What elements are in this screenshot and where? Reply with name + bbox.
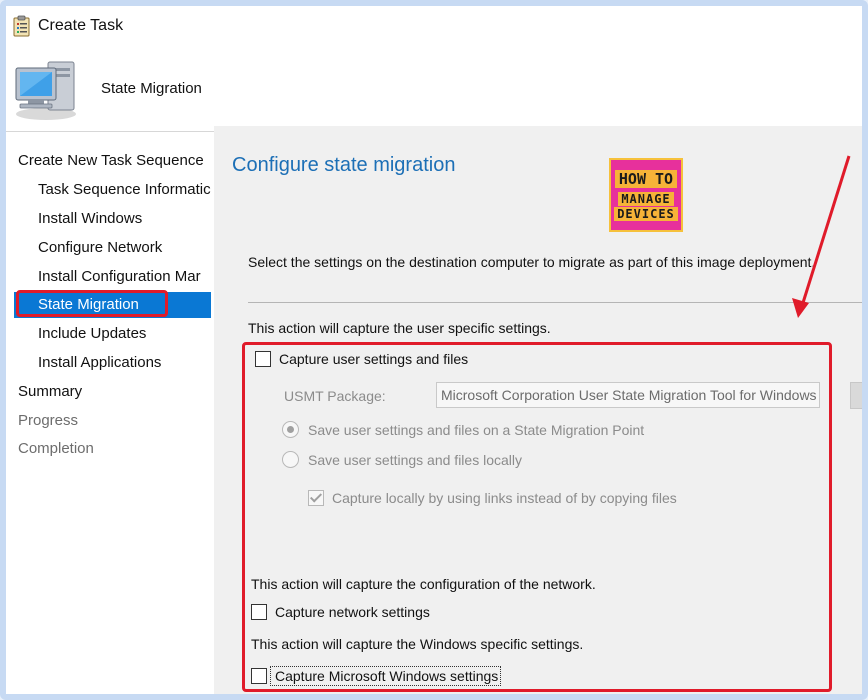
- sidebar-item-install-configuration-manager[interactable]: Install Configuration Mar: [38, 264, 211, 290]
- sidebar-item-task-sequence-information[interactable]: Task Sequence Informatic: [38, 177, 211, 203]
- task-clipboard-icon: [12, 15, 32, 37]
- header-title: State Migration: [101, 80, 202, 97]
- sidebar-item-create-new-task-sequence[interactable]: Create New Task Sequence: [18, 148, 211, 174]
- wizard-sidebar: Create New Task Sequence Task Sequence I…: [6, 132, 211, 694]
- sidebar-item-install-applications[interactable]: Install Applications: [38, 350, 211, 376]
- how-to-manage-devices-logo: HOW TO MANAGE DEVICES: [609, 158, 683, 232]
- separator-line: [248, 302, 862, 303]
- sidebar-item-completion: Completion: [18, 440, 94, 457]
- computer-icon: [12, 54, 82, 122]
- sidebar-item-install-windows[interactable]: Install Windows: [38, 206, 211, 232]
- sidebar-item-configure-network[interactable]: Configure Network: [38, 235, 211, 261]
- window-frame: Create Task State Migration Create New T…: [0, 0, 868, 700]
- usmt-browse-button[interactable]: [850, 382, 862, 409]
- title-bar: Create Task: [6, 6, 862, 46]
- page-description: Select the settings on the destination c…: [248, 254, 816, 270]
- main-pane: Configure state migration HOW TO MANAGE …: [214, 126, 862, 694]
- wizard-header: State Migration: [6, 46, 862, 132]
- sidebar-item-progress: Progress: [18, 412, 79, 429]
- selection-annotation-box: [16, 290, 168, 317]
- sidebar-item-summary[interactable]: Summary: [18, 379, 211, 405]
- sidebar-item-include-updates[interactable]: Include Updates: [38, 321, 211, 347]
- page-title: Configure state migration: [232, 154, 456, 176]
- user-settings-caption: This action will capture the user specif…: [248, 320, 551, 336]
- settings-annotation-box: [242, 342, 832, 692]
- window-title: Create Task: [38, 17, 124, 34]
